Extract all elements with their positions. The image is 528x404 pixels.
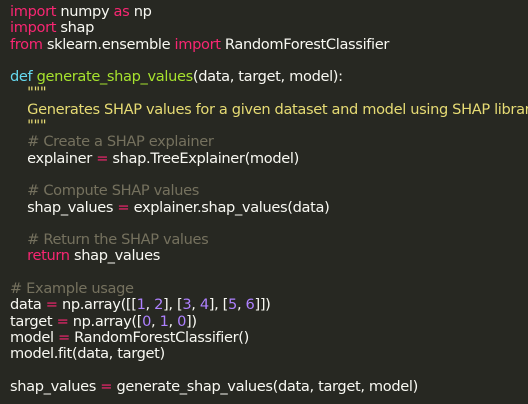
code-line: target = np.array([0, 1, 0]) — [10, 312, 528, 330]
operator-token: = — [56, 312, 69, 330]
code-line: from sklearn.ensemble import RandomFores… — [10, 35, 528, 53]
keyword-token: as — [113, 3, 130, 20]
code-line: # Return the SHAP values — [10, 232, 528, 248]
code-text: model.fit(data, target) — [10, 345, 165, 363]
string-token: Generates SHAP values for a given datase… — [27, 100, 528, 118]
code-text: ], [ — [163, 296, 183, 314]
def-keyword-token: def — [10, 68, 33, 86]
code-text: shap — [56, 19, 95, 37]
comment-token: # Compute SHAP values — [27, 182, 199, 200]
keyword-token: import — [10, 19, 57, 37]
code-line: model = RandomForestClassifier() — [10, 328, 528, 346]
code-text: RandomForestClassifier() — [69, 328, 249, 346]
keyword-token: import — [174, 35, 221, 53]
code-text: data — [10, 296, 46, 314]
code-line: shap_values = explainer.shap_values(data… — [10, 198, 528, 216]
keyword-token: from — [10, 35, 43, 53]
string-token: """ — [27, 117, 47, 135]
code-text: target — [10, 312, 57, 330]
code-text: explainer.shap_values(data) — [129, 198, 330, 216]
number-token: 4 — [199, 296, 209, 314]
code-line: # Example usage — [10, 280, 528, 298]
code-text: generate_shap_values(data, target, model… — [112, 377, 418, 395]
code-line: Generates SHAP values for a given datase… — [10, 100, 528, 118]
code-line: def generate_shap_values(data, target, m… — [10, 69, 528, 85]
number-token: 2 — [154, 296, 164, 314]
code-text: model — [10, 328, 58, 346]
code-text: ]]) — [254, 296, 271, 314]
code-text: , — [168, 312, 178, 330]
code-line: """ — [10, 117, 528, 135]
code-text: shap_values — [69, 247, 160, 265]
number-token: 0 — [177, 312, 187, 330]
code-block[interactable]: import numpy as np import shap from sklear… — [10, 3, 528, 395]
code-text: shap_values — [10, 198, 118, 216]
code-text: , — [236, 296, 246, 314]
function-name-token: generate_shap_values — [36, 68, 194, 86]
code-text: explainer — [10, 149, 97, 167]
code-line: import numpy as np — [10, 3, 528, 20]
code-text: , — [151, 312, 160, 330]
code-text: np.array([ — [68, 312, 143, 330]
code-text: sklearn.ensemble — [42, 35, 175, 53]
keyword-token: import — [10, 3, 57, 20]
number-token: 0 — [142, 312, 151, 330]
code-line: shap_values = generate_shap_values(data,… — [10, 377, 528, 395]
code-text: , — [145, 296, 155, 314]
operator-token: = — [45, 296, 58, 314]
code-editor[interactable]: import numpy as np import shap from sklear… — [0, 0, 528, 404]
number-token: 5 — [228, 296, 237, 314]
code-text: , — [191, 296, 200, 314]
number-token: 3 — [182, 296, 192, 314]
code-text: ], [ — [208, 296, 229, 314]
operator-token: = — [100, 377, 113, 395]
code-line: # Create a SHAP explainer — [10, 134, 528, 150]
number-token: 1 — [159, 312, 169, 330]
code-text: shap_values — [10, 377, 101, 395]
code-text: numpy — [56, 3, 114, 20]
number-token: 1 — [136, 296, 146, 314]
operator-token: = — [96, 149, 109, 167]
code-line: data = np.array([[1, 2], [3, 4], [5, 6]]… — [10, 297, 528, 313]
operator-token: = — [117, 198, 130, 216]
comment-token: # Example usage — [10, 280, 134, 298]
code-line: explainer = shap.TreeExplainer(model) — [10, 149, 528, 167]
operator-token: = — [57, 328, 70, 346]
code-line: return shap_values — [10, 248, 528, 264]
string-token: """ — [27, 84, 47, 102]
code-line: """ — [10, 85, 528, 101]
comment-token: # Create a SHAP explainer — [27, 133, 214, 151]
code-text: np — [129, 3, 152, 20]
code-line: # Compute SHAP values — [10, 183, 528, 199]
code-text: np.array([[ — [57, 296, 137, 314]
code-text: shap.TreeExplainer(model) — [108, 149, 299, 167]
code-line: model.fit(data, target) — [10, 346, 528, 362]
code-line: import shap — [10, 20, 528, 36]
code-text: ]) — [186, 312, 197, 330]
comment-token: # Return the SHAP values — [27, 231, 209, 249]
code-text: (data, target, model): — [192, 68, 343, 86]
keyword-token: return — [27, 247, 70, 265]
code-text: RandomForestClassifier — [220, 35, 390, 53]
